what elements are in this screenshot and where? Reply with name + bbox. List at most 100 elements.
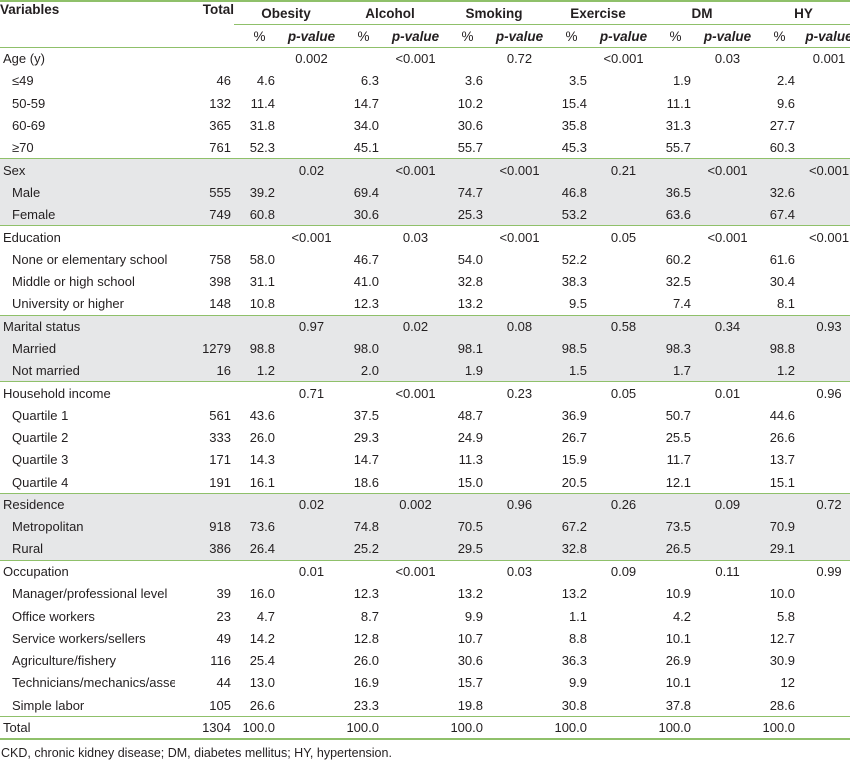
group-header-smoking: Smoking bbox=[442, 1, 547, 25]
pct-cell: 30.6 bbox=[457, 653, 483, 669]
pct-cell: 98.3 bbox=[650, 337, 702, 360]
table-footnote: CKD, chronic kidney disease; DM, diabete… bbox=[1, 745, 392, 760]
pct-cell: 25.3 bbox=[442, 203, 493, 226]
pvalue-cell bbox=[285, 337, 338, 360]
pvalue-cell bbox=[805, 538, 850, 561]
pct-cell: 98.0 bbox=[338, 337, 389, 360]
pvalue-cell bbox=[805, 605, 850, 627]
pvalue-cell: 0.08 bbox=[493, 314, 547, 338]
pct-cell bbox=[650, 381, 702, 405]
group-header-exercise: Exercise bbox=[546, 1, 651, 25]
pvalue-cell bbox=[285, 650, 338, 672]
pvalue-cell bbox=[805, 114, 850, 136]
pvalue-cell bbox=[597, 181, 651, 204]
pct-cell bbox=[442, 225, 493, 249]
pvalue-cell bbox=[493, 515, 547, 539]
pvalue-cell bbox=[701, 270, 754, 292]
pvalue-cell bbox=[597, 114, 650, 136]
row-label: Quartile 3 bbox=[12, 452, 69, 468]
pct-cell bbox=[754, 46, 806, 70]
total-cell: 46 bbox=[216, 73, 231, 89]
pct-cell: 13.0 bbox=[249, 675, 275, 691]
pct-cell bbox=[338, 225, 389, 249]
pvalue-cell bbox=[597, 293, 650, 315]
pct-cell: 13.2 bbox=[457, 586, 483, 602]
pct-cell: 20.5 bbox=[561, 474, 588, 490]
table-row: Quartile 2 333 26.0 29.3 24.9 26.7 25.5 26.6 bbox=[0, 427, 850, 449]
pvalue-cell bbox=[701, 337, 755, 360]
pct-cell: 16.0 bbox=[249, 586, 275, 602]
pct-cell: 14.2 bbox=[249, 630, 275, 646]
total-cell bbox=[175, 492, 234, 516]
pvalue-cell bbox=[493, 337, 547, 360]
pct-cell: 26.6 bbox=[249, 697, 275, 713]
pvalue-cell bbox=[597, 471, 650, 493]
pvalue-cell bbox=[285, 270, 338, 292]
pvalue-cell bbox=[493, 427, 546, 449]
pvalue-cell bbox=[701, 114, 754, 136]
pvalue-cell bbox=[389, 359, 442, 382]
pct-cell: 32.8 bbox=[546, 538, 598, 561]
pct-cell: 35.8 bbox=[561, 118, 588, 134]
pvalue-cell bbox=[493, 181, 547, 204]
pvalue-cell: 0.21 bbox=[597, 158, 651, 182]
table-row: None or elementary school 758 58.0 46.7 54.0… bbox=[0, 248, 850, 270]
section-label: Sex bbox=[0, 158, 175, 182]
table-row: Simple labor 105 26.6 23.3 19.8 30.8 37.8 28.6 bbox=[0, 694, 850, 716]
pct-cell: 11.3 bbox=[458, 452, 483, 468]
pct-cell: 26.5 bbox=[650, 538, 702, 561]
pct-cell: 31.8 bbox=[249, 118, 275, 134]
pct-cell: 46.8 bbox=[546, 181, 598, 204]
section-label: Education bbox=[0, 225, 175, 249]
variables-header: Variables bbox=[0, 2, 60, 17]
pvalue-cell bbox=[285, 114, 338, 136]
pct-cell bbox=[546, 225, 598, 249]
pct-cell: 31.1 bbox=[249, 274, 275, 290]
pct-cell: 26.9 bbox=[665, 653, 692, 669]
pct-cell bbox=[234, 314, 285, 338]
pct-cell: 14.3 bbox=[249, 452, 275, 468]
table-row: Quartile 4 191 16.1 18.6 15.0 20.5 12.1 15.1 bbox=[0, 471, 850, 493]
pct-cell: 30.9 bbox=[769, 653, 796, 669]
pvalue-cell bbox=[597, 427, 650, 449]
pvalue-cell: 0.23 bbox=[493, 381, 547, 405]
pct-cell: 13.2 bbox=[457, 296, 483, 312]
pct-cell: 13.2 bbox=[561, 586, 588, 602]
pvalue-cell: <0.001 bbox=[389, 381, 442, 405]
section-header-row: Household income 0.71 <0.001 0.23 0.05 0.01 0.… bbox=[0, 381, 850, 405]
pvalue-cell bbox=[701, 70, 754, 92]
pvalue-cell: 0.93 bbox=[805, 314, 850, 338]
pvalue-cell bbox=[805, 92, 850, 114]
pct-cell: 30.6 bbox=[457, 118, 483, 134]
pct-cell: 4.6 bbox=[256, 73, 275, 89]
pvalue-cell: <0.001 bbox=[389, 46, 442, 70]
total-cell: 23 bbox=[216, 608, 231, 624]
pct-cell bbox=[546, 46, 598, 70]
pvalue-cell bbox=[389, 672, 442, 694]
pct-cell bbox=[442, 314, 493, 338]
pct-cell bbox=[234, 559, 285, 583]
pvalue-cell bbox=[597, 605, 650, 627]
total-cell: 398 bbox=[209, 274, 231, 290]
pct-cell: 45.3 bbox=[561, 140, 588, 156]
pvalue-cell bbox=[805, 515, 850, 539]
pvalue-cell bbox=[701, 538, 755, 561]
pvalue-cell bbox=[701, 427, 754, 449]
pvalue-cell bbox=[597, 270, 650, 292]
pct-cell: 1.9 bbox=[672, 73, 692, 89]
pvalue-cell bbox=[389, 337, 442, 360]
pvalue-cell bbox=[389, 293, 442, 315]
pct-cell: 3.5 bbox=[568, 73, 588, 89]
pct-cell: 11.1 bbox=[666, 95, 692, 111]
pvalue-cell bbox=[597, 715, 651, 740]
pvalue-cell bbox=[389, 715, 442, 740]
row-label: Service workers/sellers bbox=[12, 630, 146, 646]
pct-cell bbox=[338, 559, 389, 583]
pvalue-cell: <0.001 bbox=[493, 225, 547, 249]
pvalue-cell bbox=[285, 404, 338, 426]
pct-header: % bbox=[546, 24, 598, 48]
pvalue-header: p-value bbox=[493, 24, 547, 48]
pct-cell bbox=[338, 314, 389, 338]
pvalue-cell bbox=[701, 515, 755, 539]
total-cell: 555 bbox=[175, 181, 234, 204]
